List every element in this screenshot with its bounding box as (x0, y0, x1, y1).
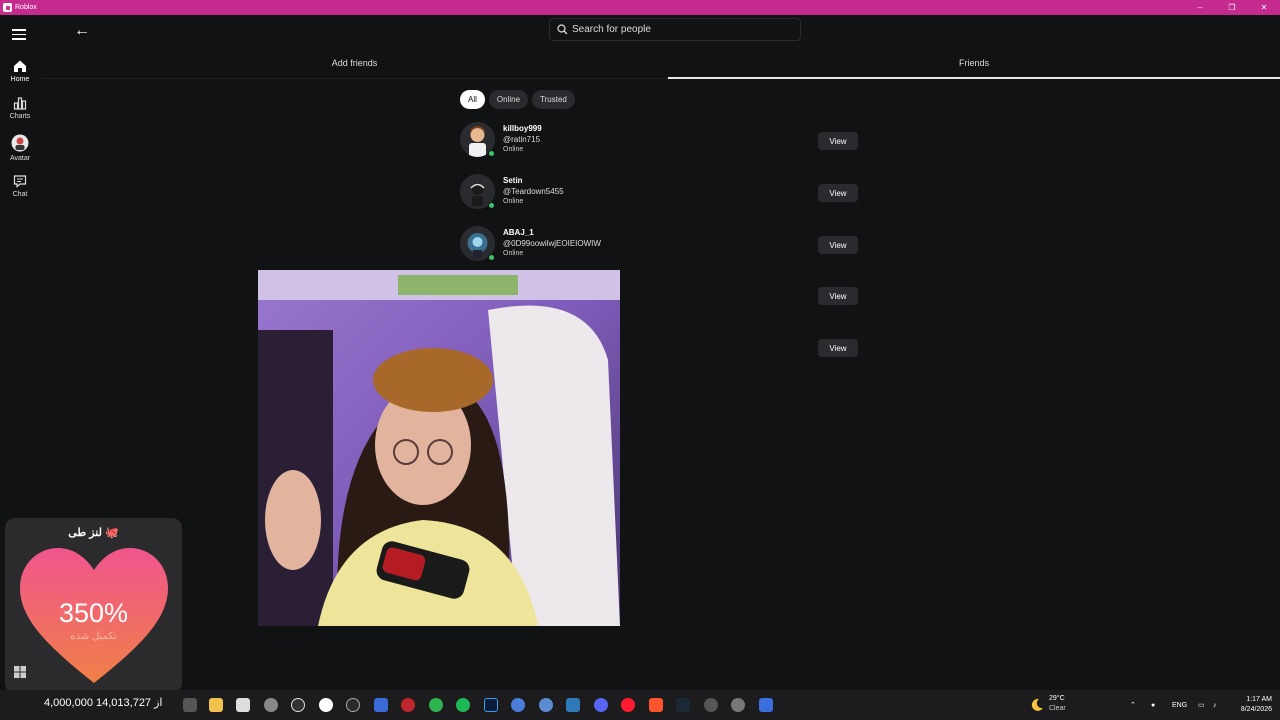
friend-handle: @Teardown5455 (503, 187, 564, 196)
chevron-up-icon[interactable]: ⌃ (1130, 690, 1136, 720)
avatar-icon (11, 134, 29, 152)
media-app-icon[interactable] (704, 698, 718, 712)
sidebar-item-label: Avatar (9, 155, 31, 162)
friend-name: ABAJ_1 (503, 228, 534, 237)
online-status-dot (488, 254, 495, 261)
view-button[interactable]: View (818, 339, 858, 357)
spotify-icon[interactable] (456, 698, 470, 712)
app-blue-icon[interactable] (511, 698, 525, 712)
sidebar-item-label: Charts (9, 113, 31, 120)
filter-chips: All Online Trusted (460, 90, 575, 109)
friend-row[interactable]: ABAJ_1 @0D99oowilwjEOIEIOWIW Online (460, 226, 860, 266)
online-status-dot (488, 202, 495, 209)
friend-handle: @ratin715 (503, 135, 541, 144)
telegram-icon[interactable] (539, 698, 553, 712)
widget-subtitle: تکمیل شده (70, 631, 117, 642)
discord-icon[interactable] (594, 698, 608, 712)
sidebar-item-charts[interactable]: Charts (0, 96, 40, 120)
friend-row[interactable]: killboy999 @ratin715 Online (460, 122, 860, 162)
view-button[interactable]: View (818, 132, 858, 150)
close-icon[interactable]: ✕ (1248, 0, 1280, 15)
microphone-icon[interactable]: ● (1151, 690, 1155, 720)
whatsapp-icon[interactable] (429, 698, 443, 712)
settings-icon[interactable] (731, 698, 745, 712)
clock-time: 1:17 AM (1246, 696, 1272, 703)
tab-active-indicator (668, 77, 1280, 79)
widget-title: لنز طی 🐙 (68, 527, 119, 539)
volume-icon[interactable]: ♪ (1213, 690, 1217, 720)
donation-count: 4,000,000 از 14,013,727 (44, 697, 163, 709)
minimize-icon[interactable]: – (1184, 0, 1216, 15)
windows-icon (14, 666, 26, 678)
chart-app-icon[interactable] (374, 698, 388, 712)
view-button[interactable]: View (818, 184, 858, 202)
sidebar-item-home[interactable]: Home (0, 59, 40, 83)
task-view-icon[interactable] (183, 698, 197, 712)
clock-date: 8/24/2026 (1240, 706, 1272, 713)
opera-icon[interactable] (621, 698, 635, 712)
vscode-icon[interactable] (566, 698, 580, 712)
charts-icon (13, 97, 27, 110)
filter-chip-all[interactable]: All (460, 90, 485, 109)
home-icon (14, 60, 26, 72)
photoshop-icon[interactable] (484, 698, 498, 712)
tab-divider (41, 78, 668, 79)
sidebar-item-avatar[interactable]: Avatar (0, 134, 40, 162)
friend-status: Online (503, 198, 524, 205)
filter-chip-online[interactable]: Online (488, 90, 529, 109)
file-explorer-icon[interactable] (209, 698, 223, 712)
window-title: Roblox (15, 4, 37, 11)
moon-icon (1031, 698, 1043, 711)
view-button[interactable]: View (818, 287, 858, 305)
tab-add-friends[interactable]: Add friends (41, 58, 668, 68)
display-icon[interactable]: ▭ (1198, 690, 1205, 720)
weather-widget[interactable]: 29°C Clear (1030, 694, 1090, 716)
system-clock[interactable]: 1:17 AM 8/24/2026 (1228, 695, 1272, 715)
language-indicator[interactable]: ENG (1172, 690, 1187, 720)
friend-name: killboy999 (503, 124, 542, 133)
menu-icon[interactable] (12, 29, 28, 43)
weather-desc: Clear (1049, 705, 1066, 712)
donation-goal-widget: لنز طی 🐙 350% تکمیل شده (5, 518, 182, 693)
friend-name: Setin (503, 176, 523, 185)
online-status-dot (488, 150, 495, 157)
chat-icon (13, 175, 27, 188)
sidebar-item-label: Home (10, 76, 30, 83)
roblox-app-icon (3, 3, 12, 12)
search-icon (557, 24, 568, 35)
search-input[interactable]: Search for people (549, 18, 801, 41)
widget-percent: 350% (58, 598, 129, 628)
window-controls: – ❐ ✕ (1184, 0, 1280, 15)
sidebar-item-chat[interactable]: Chat (0, 174, 40, 198)
roblox-taskbar-icon[interactable] (759, 698, 773, 712)
back-arrow-icon[interactable]: ← (74, 22, 90, 40)
app-red-icon[interactable] (401, 698, 415, 712)
app-icon[interactable] (264, 698, 278, 712)
sidebar-item-label: Chat (12, 191, 28, 198)
friend-handle: @0D99oowilwjEOIEIOWIW (503, 239, 601, 248)
maximize-icon[interactable]: ❐ (1216, 0, 1248, 15)
obs-icon[interactable] (319, 698, 333, 712)
weather-temp: 29°C (1049, 695, 1065, 702)
search-placeholder: Search for people (572, 24, 651, 35)
friend-status: Online (503, 146, 524, 153)
view-button[interactable]: View (818, 236, 858, 254)
tab-friends[interactable]: Friends (668, 58, 1280, 68)
friend-row[interactable]: Setin @Teardown5455 Online (460, 174, 860, 214)
store-icon[interactable] (236, 698, 250, 712)
webcam-overlay (258, 270, 620, 626)
steam-icon[interactable] (676, 698, 690, 712)
window-titlebar: Roblox – ❐ ✕ (0, 0, 1280, 15)
speedometer-icon[interactable] (291, 698, 305, 712)
filter-chip-trusted[interactable]: Trusted (532, 90, 575, 109)
taskbar: 4,000,000 از 14,013,727 29°C Clear ⌃ ● E… (0, 666, 1280, 720)
browser-icon[interactable] (346, 698, 360, 712)
friend-status: Online (503, 250, 524, 257)
brave-icon[interactable] (649, 698, 663, 712)
